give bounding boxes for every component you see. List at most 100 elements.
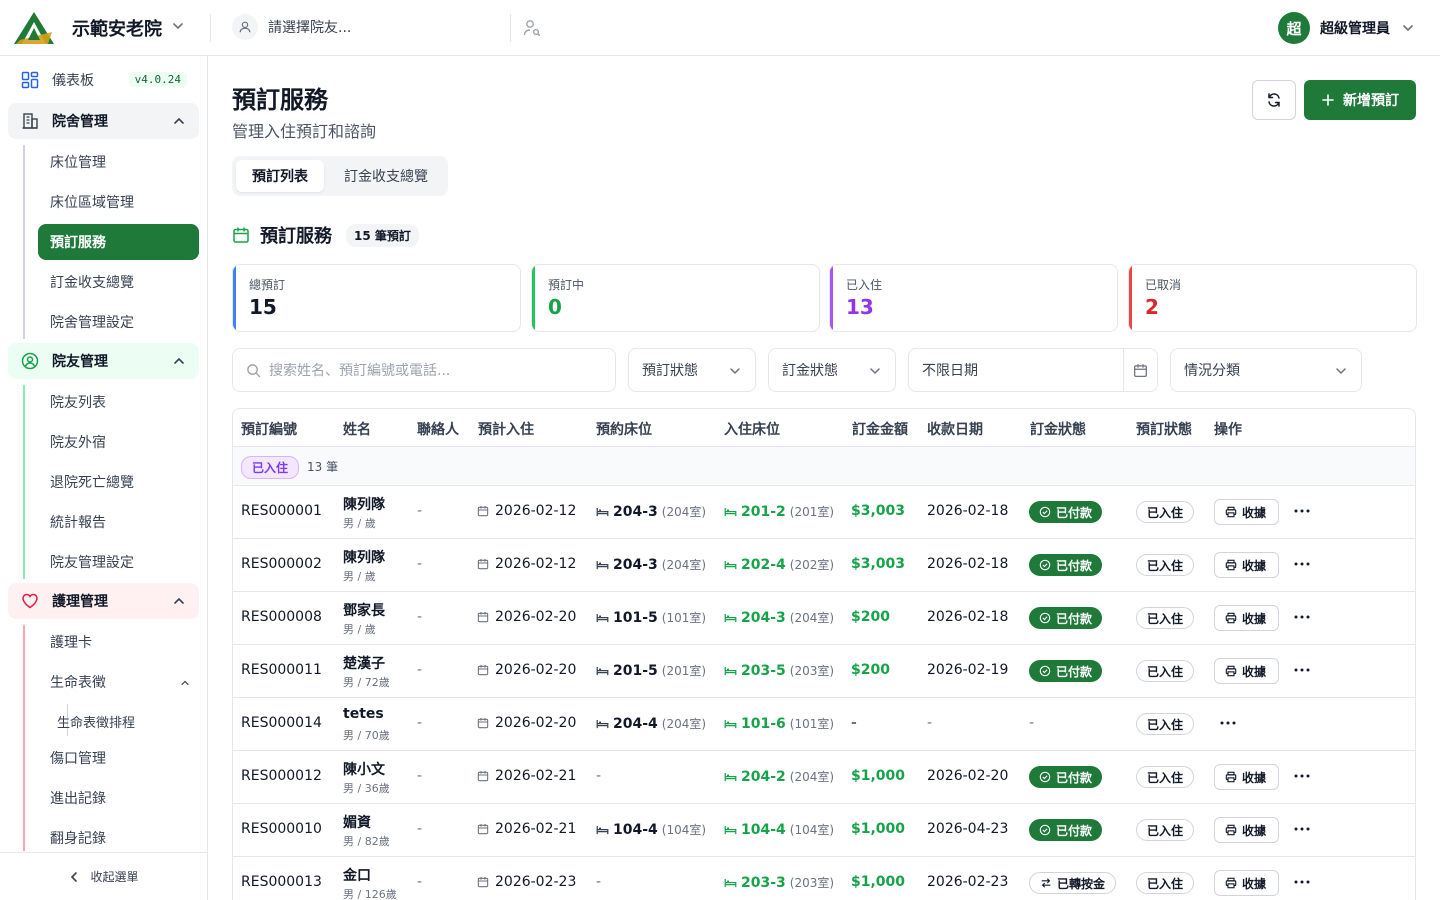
receipt-cell: 收據 <box>1214 764 1280 790</box>
calendar-button[interactable] <box>1123 349 1157 391</box>
add-reservation-button[interactable]: 新增預訂 <box>1304 80 1416 120</box>
assigned-bed-number: 101-6 <box>741 715 786 732</box>
more-actions-button[interactable] <box>1292 607 1312 627</box>
sidebar-item-care[interactable]: 護理管理 <box>8 583 199 619</box>
sidebar-label: 院友管理 <box>52 354 108 370</box>
search-input[interactable]: 搜索姓名、預訂編號或電話... <box>232 348 616 392</box>
sidebar-item-deposit-overview[interactable]: 訂金收支總覽 <box>38 264 199 300</box>
more-actions-button[interactable] <box>1292 554 1312 574</box>
reservation-id[interactable]: RES000011 <box>241 662 322 678</box>
resident-name[interactable]: 陳列隊 <box>343 494 385 514</box>
resident-name[interactable]: 金口 <box>343 865 371 885</box>
refresh-button[interactable] <box>1252 80 1296 120</box>
sidebar-item-in-out[interactable]: 進出記錄 <box>38 780 199 816</box>
sidebar-item-turning[interactable]: 翻身記錄 <box>38 820 199 856</box>
sidebar-item-facility-settings[interactable]: 院舍管理設定 <box>38 304 199 340</box>
user-search-icon[interactable] <box>522 18 542 38</box>
collapse-menu-button[interactable]: 收起選單 <box>0 852 207 900</box>
receipt-button[interactable]: 收據 <box>1214 817 1280 843</box>
sidebar-item-vital-signs[interactable]: 生命表徵 <box>38 664 199 700</box>
resident-name[interactable]: 媚資 <box>343 812 371 832</box>
sidebar-item-vital-schedule[interactable]: 生命表徵排程 <box>57 712 135 731</box>
date-filter[interactable]: 不限日期 <box>908 348 1158 392</box>
more-actions-button[interactable] <box>1292 872 1312 892</box>
sidebar-item-resident-list[interactable]: 院友列表 <box>38 384 199 420</box>
receipt-label: 收據 <box>1242 558 1267 573</box>
deposit-status-select[interactable]: 訂金狀態 <box>768 348 896 392</box>
sidebar-item-resident-leave[interactable]: 院友外宿 <box>38 424 199 460</box>
reservation-id[interactable]: RES000010 <box>241 821 322 837</box>
receipt-button[interactable]: 收據 <box>1214 870 1280 896</box>
calendar-icon <box>477 718 489 729</box>
table-row[interactable]: RES000008 鄧家長男 / 歲 - 2026-02-20 101-5 (101室) 2… <box>233 592 1415 645</box>
table-row[interactable]: RES000012 陳小文男 / 36歲 - 2026-02-21 - 204-2 (204… <box>233 751 1415 804</box>
nav-line <box>23 145 25 339</box>
reservation-id[interactable]: RES000002 <box>241 556 322 572</box>
sidebar-item-dashboard[interactable]: 儀表板 v4.0.24 <box>8 62 199 98</box>
reservation-id[interactable]: RES000001 <box>241 503 322 519</box>
sidebar-item-statistics[interactable]: 統計報告 <box>38 504 199 540</box>
column-header[interactable]: 姓名 <box>343 419 371 439</box>
sidebar-item-resident-settings[interactable]: 院友管理設定 <box>38 544 199 580</box>
resident-name[interactable]: 楚漢子 <box>343 653 385 673</box>
sidebar-item-reservations[interactable]: 預訂服務 <box>38 224 199 260</box>
table-row[interactable]: RES000011 楚漢子男 / 72歲 - 2026-02-20 201-5 (201室… <box>233 645 1415 698</box>
column-header[interactable]: 入住床位 <box>724 419 780 439</box>
table-row[interactable]: RES000001 陳列隊男 / 歲 -2026-02-12 204-3 (204室) 2… <box>233 486 1415 539</box>
tab-deposit-overview[interactable]: 訂金收支總覽 <box>328 160 444 192</box>
user-name: 超級管理員 <box>1320 21 1390 37</box>
resident-name[interactable]: 鄧家長 <box>343 600 385 620</box>
table-row[interactable]: RES000002 陳列隊男 / 歲 -2026-02-12 204-3 (204室) 2… <box>233 539 1415 592</box>
user-menu[interactable]: 超 超級管理員 <box>1278 12 1416 44</box>
sidebar-item-wound[interactable]: 傷口管理 <box>38 740 199 776</box>
table-row[interactable]: RES000013 金口男 / 126歲 - 2026-02-23 - 203-3 (203… <box>233 857 1415 900</box>
sidebar-item-discharge[interactable]: 退院死亡總覽 <box>38 464 199 500</box>
dashboard-icon <box>20 70 40 90</box>
group-header[interactable]: 已入住 13 筆 <box>233 446 1415 486</box>
sidebar-item-bed-zone[interactable]: 床位區域管理 <box>38 184 199 220</box>
sidebar-item-bed-management[interactable]: 床位管理 <box>38 144 199 180</box>
table-row[interactable]: RES000014 tetes 男 / 70歲 - 2026-02-20 204-4 (20… <box>233 698 1415 751</box>
sidebar-item-care-card[interactable]: 護理卡 <box>38 624 199 660</box>
stat-label: 已取消 <box>1145 278 1182 292</box>
column-header[interactable]: 預約床位 <box>596 419 652 439</box>
chevron-down-icon[interactable] <box>170 18 186 34</box>
tab-reservation-list[interactable]: 預訂列表 <box>236 160 324 192</box>
sidebar-item-facility[interactable]: 院舍管理 <box>8 103 199 139</box>
reservation-id[interactable]: RES000014 <box>241 715 322 731</box>
column-header[interactable]: 訂金狀態 <box>1030 419 1086 439</box>
receipt-button[interactable]: 收據 <box>1214 658 1280 684</box>
column-header[interactable]: 預訂編號 <box>241 419 297 439</box>
column-header[interactable]: 預訂狀態 <box>1136 419 1192 439</box>
resident-name[interactable]: 陳列隊 <box>343 547 385 567</box>
resident-name[interactable]: 陳小文 <box>343 759 385 779</box>
resident-selector[interactable]: 請選擇院友... <box>232 14 351 40</box>
printer-icon <box>1225 824 1237 836</box>
contact: - <box>417 662 423 678</box>
table-row[interactable]: RES000010 媚資男 / 82歲 -2026-02-21 104-4 (104室)… <box>233 804 1415 857</box>
reservation-id[interactable]: RES000012 <box>241 768 322 784</box>
booked-bed-number: 104-4 <box>613 821 658 838</box>
booking-status-select[interactable]: 預訂狀態 <box>628 348 756 392</box>
more-actions-button[interactable] <box>1292 501 1312 521</box>
column-header[interactable]: 預計入住 <box>478 419 534 439</box>
org-name[interactable]: 示範安老院 <box>72 15 162 41</box>
more-actions-button[interactable] <box>1292 766 1312 786</box>
receipt-button[interactable]: 收據 <box>1214 605 1280 631</box>
reservation-id[interactable]: RES000013 <box>241 874 322 890</box>
sidebar-item-resident[interactable]: 院友管理 <box>8 343 199 379</box>
status-badge: 已轉按金 <box>1029 872 1117 894</box>
reservation-id[interactable]: RES000008 <box>241 609 322 625</box>
resident-name[interactable]: tetes <box>343 706 384 722</box>
more-actions-button[interactable] <box>1292 660 1312 680</box>
column-header[interactable]: 訂金金額 <box>852 419 908 439</box>
checkin-date: 2026-02-20 <box>477 715 576 731</box>
column-header[interactable]: 聯絡人 <box>417 419 459 439</box>
receipt-button[interactable]: 收據 <box>1214 764 1280 790</box>
column-header[interactable]: 收款日期 <box>927 419 983 439</box>
category-select[interactable]: 情況分類 <box>1170 348 1362 392</box>
receipt-button[interactable]: 收據 <box>1214 499 1280 525</box>
receipt-button[interactable]: 收據 <box>1214 552 1280 578</box>
more-actions-button[interactable] <box>1218 713 1238 733</box>
more-actions-button[interactable] <box>1292 819 1312 839</box>
